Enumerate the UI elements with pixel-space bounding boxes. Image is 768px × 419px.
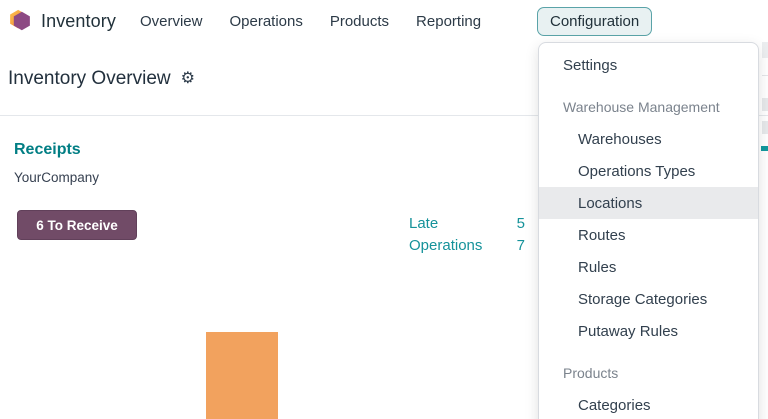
stat-link[interactable]: Late 5: [409, 213, 525, 235]
receipts-card-title[interactable]: Receipts: [14, 141, 81, 159]
main-menu: Overview Operations Products Reporting: [140, 13, 481, 30]
menu-item[interactable]: Products: [330, 13, 389, 30]
partially-visible-element: [762, 75, 768, 76]
stat-label: Operations: [409, 236, 483, 254]
inventory-app-icon: [10, 9, 30, 31]
dropdown-item[interactable]: Operations Types: [539, 155, 758, 187]
to-receive-button[interactable]: 6 To Receive: [17, 210, 137, 240]
control-panel: Inventory Overview ⚙: [0, 42, 530, 115]
receipts-chart-bar[interactable]: [206, 332, 278, 419]
app-switcher[interactable]: Inventory: [8, 8, 116, 34]
partially-visible-element: [762, 98, 768, 111]
page-title: Inventory Overview: [8, 67, 171, 89]
partially-visible-element: [762, 121, 768, 134]
stat-value: 5: [516, 215, 525, 233]
card-stats: Late 5 Operations 7: [409, 213, 525, 256]
dropdown-section-header: Warehouse Management: [563, 99, 720, 115]
stat-label: Late: [409, 215, 439, 233]
dropdown-item[interactable]: Putaway Rules: [539, 315, 758, 347]
partially-visible-element: [762, 42, 768, 58]
dropdown-item[interactable]: Rules: [539, 251, 758, 283]
app-name: Inventory: [41, 10, 116, 31]
dropdown-section-header: Products: [563, 365, 619, 381]
odoo-inventory-screen: Inventory Overview Operations Products Repo…: [0, 0, 768, 419]
menu-item[interactable]: Operations: [229, 13, 302, 30]
dropdown-item[interactable]: Warehouses: [539, 123, 758, 155]
menu-item-configuration[interactable]: Configuration: [537, 7, 653, 36]
dropdown-item[interactable]: Locations: [539, 187, 758, 219]
dropdown-item[interactable]: Storage Categories: [539, 283, 758, 315]
dropdown-item[interactable]: Settings: [539, 49, 758, 81]
stat-value: 7: [516, 236, 525, 254]
top-navbar: Inventory Overview Operations Products Repo…: [0, 0, 768, 42]
menu-item[interactable]: Reporting: [416, 13, 481, 30]
stat-link[interactable]: Operations 7: [409, 235, 525, 257]
dropdown-item[interactable]: Categories: [539, 389, 758, 419]
dropdown-item[interactable]: Routes: [539, 219, 758, 251]
menu-item[interactable]: Overview: [140, 13, 203, 30]
partially-visible-element: [761, 146, 768, 151]
configuration-dropdown-menu: Settings Warehouse Management Warehouses…: [538, 42, 759, 419]
company-name: YourCompany: [14, 170, 100, 185]
gear-icon[interactable]: ⚙: [181, 70, 195, 87]
